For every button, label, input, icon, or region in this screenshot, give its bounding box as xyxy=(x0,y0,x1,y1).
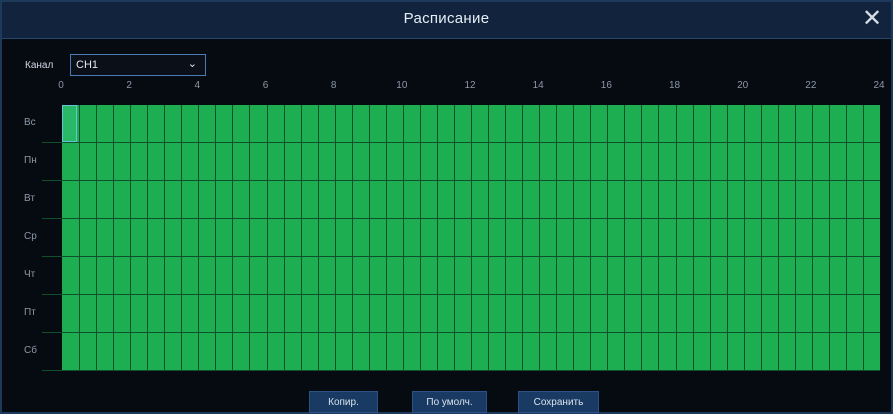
hour-tick: 8 xyxy=(330,80,337,91)
save-button[interactable]: Сохранить xyxy=(518,391,599,413)
channel-value: CH1 xyxy=(76,59,99,71)
day-label: Вс xyxy=(24,117,36,128)
grid-row-line xyxy=(42,218,880,219)
close-icon[interactable]: ✕ xyxy=(859,6,885,32)
hour-tick: 6 xyxy=(262,80,269,91)
day-label: Ср xyxy=(24,231,37,242)
grid-row-line xyxy=(42,180,880,181)
chevron-down-icon: ⌄ xyxy=(187,58,197,70)
day-label: Вт xyxy=(24,193,35,204)
hour-tick: 4 xyxy=(194,80,201,91)
hour-tick: 2 xyxy=(126,80,132,91)
hour-tick: 22 xyxy=(805,80,817,91)
schedule-grid[interactable] xyxy=(42,105,880,371)
hour-tick: 16 xyxy=(600,80,612,91)
grid-row-line xyxy=(42,256,880,257)
dialog-title: Расписание xyxy=(403,10,490,27)
grid-row-line xyxy=(42,332,880,333)
copy-button[interactable]: Копир. xyxy=(309,391,378,413)
hour-tick: 12 xyxy=(464,80,476,91)
channel-label: Канал xyxy=(25,60,54,71)
schedule-dialog: Расписание ✕ Канал CH1 ⌄ 0 2 4 6 8 10 12 14 16 18… xyxy=(0,0,893,414)
hour-tick: 24 xyxy=(873,80,885,91)
grid-row-line xyxy=(42,142,880,143)
selection-cursor xyxy=(62,105,77,142)
grid-row-line xyxy=(42,294,880,295)
title-bar: Расписание ✕ xyxy=(2,2,891,39)
day-label: Пн xyxy=(24,155,37,166)
day-label: Сб xyxy=(24,345,37,356)
hour-tick: 0 xyxy=(58,80,64,91)
grid-row-line xyxy=(42,370,880,371)
day-label: Пт xyxy=(24,307,36,318)
default-button[interactable]: По умолч. xyxy=(412,391,487,413)
hour-tick: 20 xyxy=(737,80,749,91)
hour-tick: 14 xyxy=(532,80,544,91)
hour-tick: 18 xyxy=(668,80,681,91)
day-label: Чт xyxy=(24,269,36,280)
channel-select[interactable]: CH1 ⌄ xyxy=(70,54,206,76)
hour-tick: 10 xyxy=(396,80,408,91)
